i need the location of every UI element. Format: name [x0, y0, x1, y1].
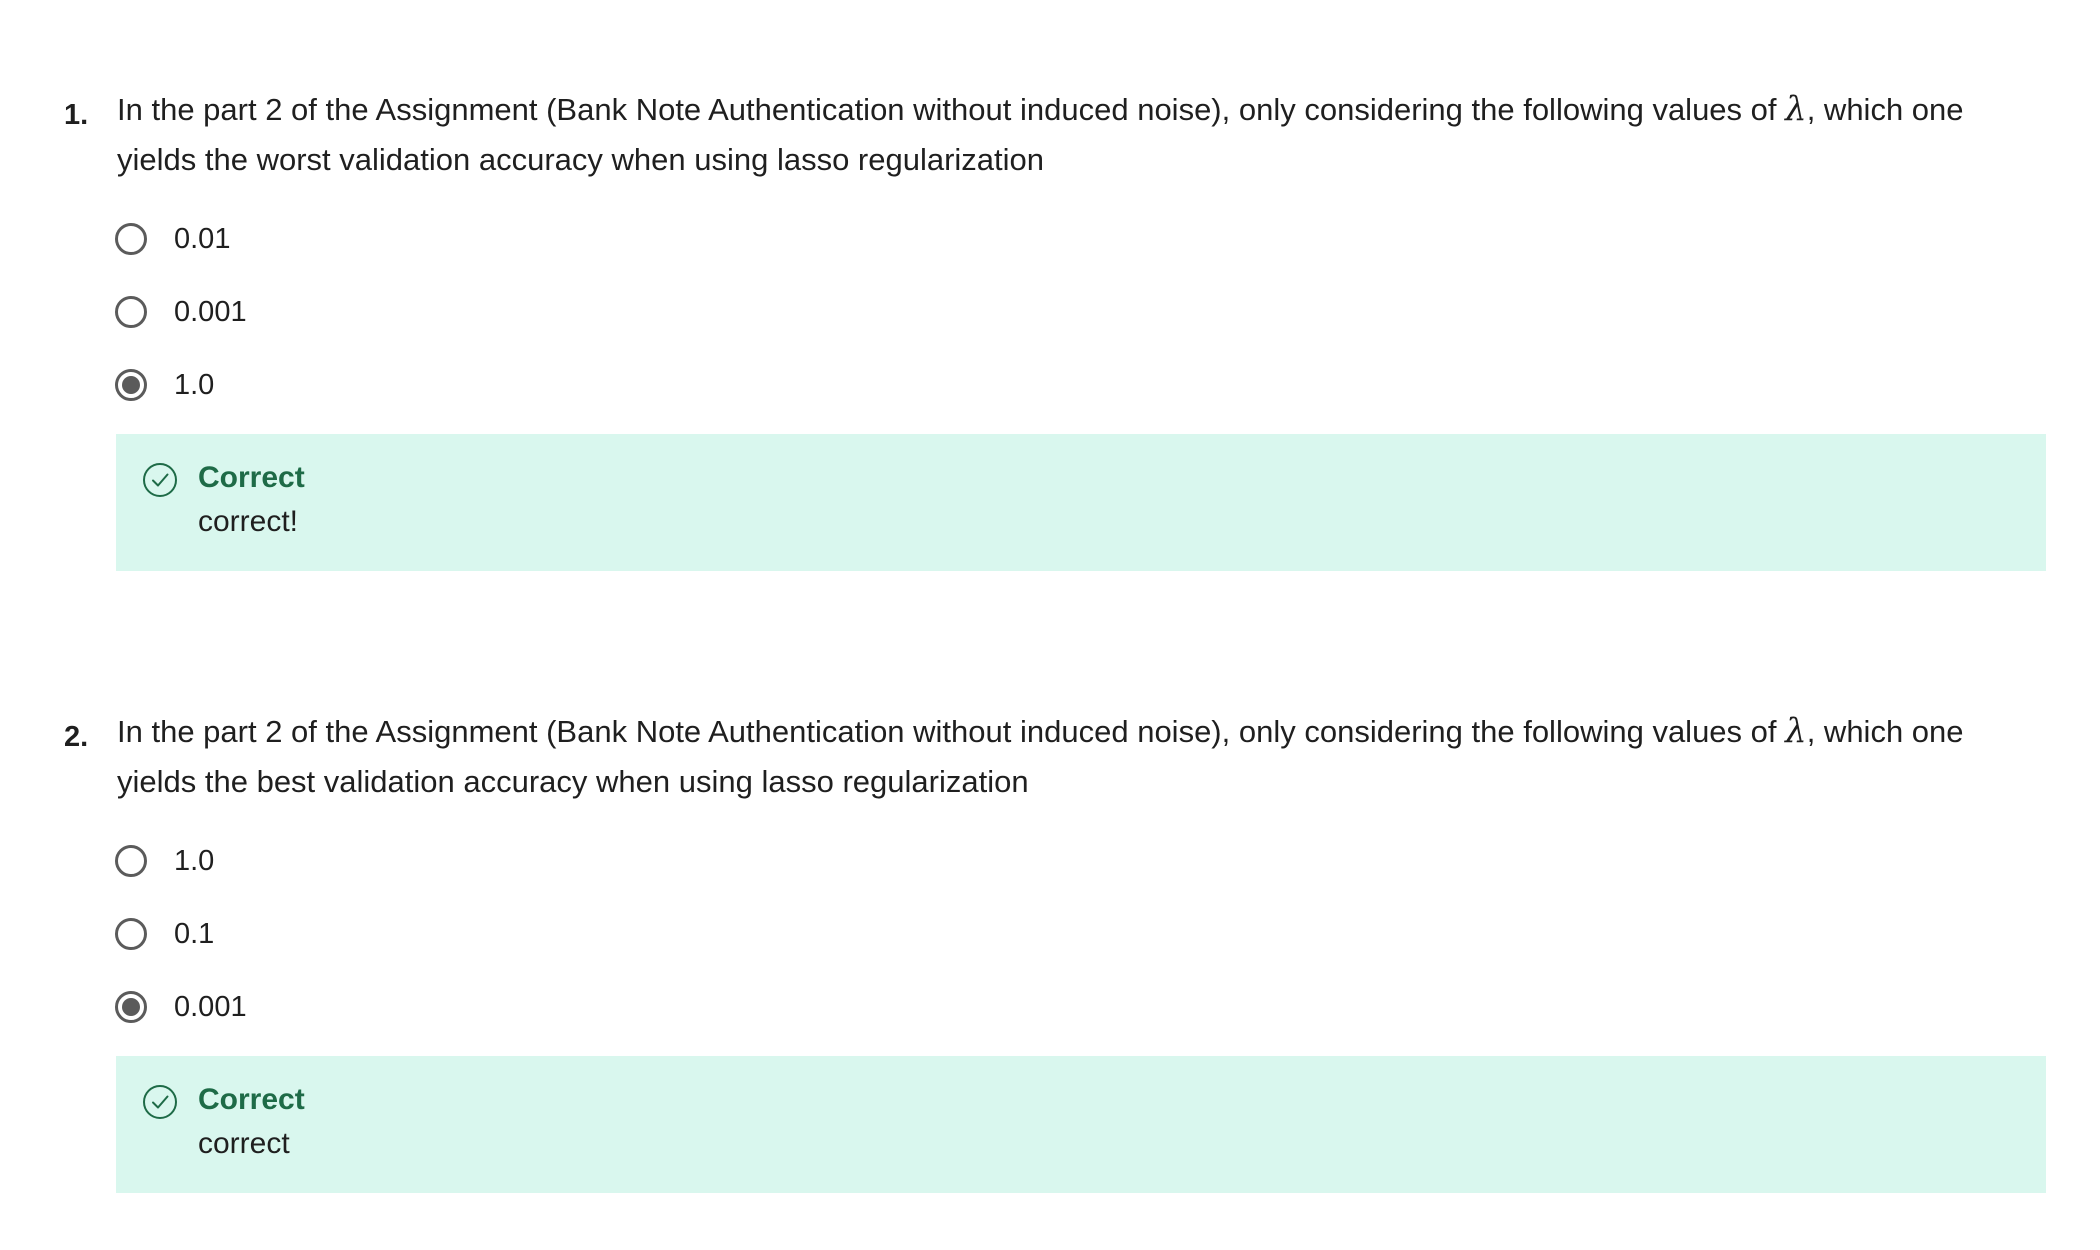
- question-number: 1.: [64, 99, 89, 131]
- radio-button[interactable]: [115, 918, 147, 950]
- answer-option[interactable]: 1.0: [115, 839, 715, 883]
- lambda-symbol: λ: [1785, 711, 1807, 751]
- check-circle-icon: [142, 462, 178, 498]
- feedback-status: Correct: [198, 1083, 305, 1116]
- option-label: 1.0: [174, 844, 215, 877]
- answer-option[interactable]: 0.001: [115, 985, 715, 1029]
- radio-button[interactable]: [115, 223, 147, 255]
- option-label: 0.01: [174, 222, 231, 255]
- answer-option[interactable]: 0.001: [115, 290, 715, 334]
- feedback-status: Correct: [198, 461, 305, 494]
- question-text-start: In the part 2 of the Assignment (Bank No…: [117, 92, 1786, 127]
- radio-button[interactable]: [115, 845, 147, 877]
- option-label: 0.001: [174, 295, 247, 328]
- question-text: In the part 2 of the Assignment (Bank No…: [117, 84, 2047, 185]
- radio-button[interactable]: [115, 369, 147, 401]
- radio-button[interactable]: [115, 991, 147, 1023]
- feedback-message: correct!: [198, 505, 299, 538]
- option-label: 0.1: [174, 917, 215, 950]
- question-number: 2.: [64, 721, 89, 753]
- check-circle-icon: [142, 1084, 178, 1120]
- answer-option[interactable]: 0.01: [115, 217, 715, 261]
- answer-option[interactable]: 1.0: [115, 363, 715, 407]
- option-label: 0.001: [174, 990, 247, 1023]
- answer-option[interactable]: 0.1: [115, 912, 715, 956]
- option-label: 1.0: [174, 368, 215, 401]
- question-text-start: In the part 2 of the Assignment (Bank No…: [117, 714, 1786, 749]
- feedback-box: Correct correct: [116, 1056, 2046, 1193]
- radio-button[interactable]: [115, 296, 147, 328]
- feedback-message: correct: [198, 1127, 290, 1160]
- feedback-box: Correct correct!: [116, 434, 2046, 571]
- lambda-symbol: λ: [1785, 89, 1807, 129]
- question-text: In the part 2 of the Assignment (Bank No…: [117, 706, 2047, 807]
